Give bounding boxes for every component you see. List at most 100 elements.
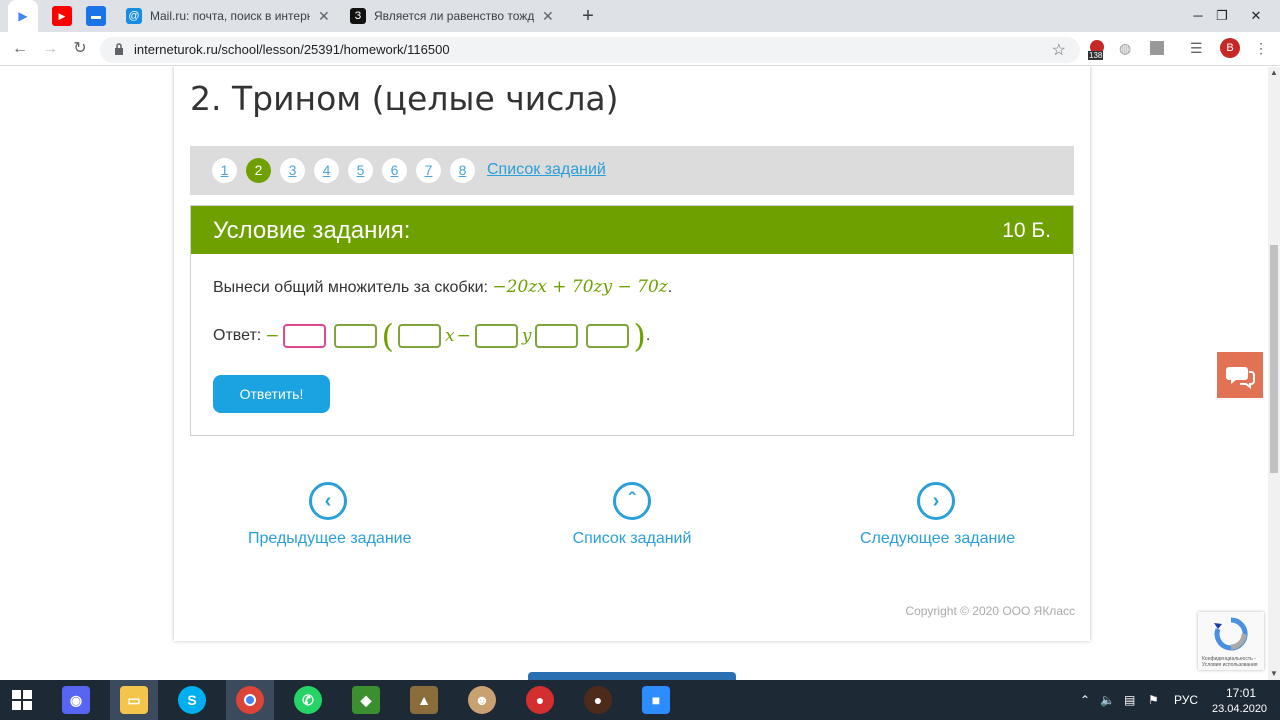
condition-text: Вынеси общий множитель за скобки:	[213, 279, 488, 296]
extension-adblock[interactable]: 138	[1088, 40, 1106, 60]
chrome-icon[interactable]	[236, 686, 264, 714]
windows-start-icon[interactable]	[8, 686, 36, 714]
pager-item[interactable]: 8	[450, 158, 475, 183]
scroll-up-arrow-icon[interactable]: ▲	[1268, 67, 1280, 79]
chat-button[interactable]	[1217, 352, 1263, 398]
condition-expression: −20zx + 70zy − 70z	[492, 277, 668, 297]
pager-item[interactable]: 7	[416, 158, 441, 183]
close-icon[interactable]: ✕	[318, 8, 330, 25]
tasklist-link[interactable]: Список заданий	[487, 161, 606, 179]
recaptcha-badge[interactable]: Конфиденциальность - Условия использован…	[1198, 612, 1264, 670]
answer-input-4[interactable]	[474, 324, 518, 348]
page-scrollbar[interactable]: ▲ ▼	[1268, 67, 1280, 680]
lesson-card: 2. Трином (целые числа) 1 2 3 4 5 6 7 8 …	[174, 67, 1090, 641]
task-header-title: Условие задания:	[213, 217, 411, 244]
pager-item[interactable]: 3	[280, 158, 305, 183]
task-header: Условие задания: 10 Б.	[191, 206, 1073, 254]
recaptcha-icon	[1214, 617, 1248, 651]
extension-icon[interactable]	[1150, 41, 1164, 55]
answer-input-5[interactable]	[535, 324, 579, 348]
recaptcha-text: Конфиденциальность - Условия использован…	[1202, 656, 1258, 668]
volume-icon[interactable]: 🔈	[1100, 693, 1115, 707]
skype-icon[interactable]: S	[178, 686, 206, 714]
open-paren: (	[381, 317, 394, 355]
pager-item[interactable]: 5	[348, 158, 373, 183]
answer-input-1[interactable]	[283, 324, 327, 348]
tab-youtube[interactable]: ▶	[52, 6, 72, 26]
character-app-icon[interactable]: ☻	[468, 686, 496, 714]
answer-input-3[interactable]	[397, 324, 441, 348]
prev-task-label: Предыдущее задание	[248, 530, 412, 547]
pager-item[interactable]: 4	[314, 158, 339, 183]
answer-label: Ответ:	[213, 327, 262, 344]
mailru-icon: @	[126, 8, 142, 24]
clock-date[interactable]: 23.04.2020	[1212, 703, 1267, 715]
star-icon[interactable]: ☆	[1052, 40, 1066, 60]
reload-button[interactable]: ↻	[68, 38, 92, 60]
network-icon[interactable]: ▤	[1124, 693, 1135, 707]
answer-var-y: y	[521, 326, 532, 346]
tab-mailru[interactable]: @ Mail.ru: почта, поиск в интерне ✕	[118, 0, 338, 32]
pager-item-current[interactable]: 2	[246, 158, 271, 183]
profile-avatar[interactable]: В	[1220, 38, 1240, 58]
whatsapp-icon[interactable]: ✆	[294, 686, 322, 714]
game-app-icon[interactable]: ◆	[352, 686, 380, 714]
copyright: Copyright © 2020 ООО ЯКласс	[905, 604, 1075, 618]
forward-button[interactable]: →	[38, 38, 62, 60]
reading-list-icon[interactable]: ☰	[1190, 40, 1208, 58]
apple-app-icon[interactable]: ●	[526, 686, 554, 714]
url-text: interneturok.ru/school/lesson/25391/home…	[134, 42, 450, 57]
address-bar[interactable]: interneturok.ru/school/lesson/25391/home…	[100, 37, 1080, 63]
browser-toolbar: ← → ↻ interneturok.ru/school/lesson/2539…	[0, 32, 1280, 66]
menu-icon[interactable]: ⋮	[1254, 40, 1272, 58]
chat-bubbles-icon	[1226, 367, 1255, 389]
globe-icon[interactable]: ◍	[1119, 40, 1137, 58]
close-icon[interactable]: ✕	[542, 8, 554, 25]
dark-app-icon[interactable]: ●	[584, 686, 612, 714]
clock-time[interactable]: 17:01	[1226, 686, 1256, 700]
tab-title: Mail.ru: почта, поиск в интерне	[150, 9, 310, 23]
prev-task-nav[interactable]: ‹ Предыдущее задание	[248, 482, 412, 548]
task-list-nav[interactable]: ˆ Список заданий	[562, 482, 702, 548]
scrollbar-thumb[interactable]	[1270, 245, 1278, 473]
condition-period: .	[667, 279, 673, 296]
pager-item[interactable]: 6	[382, 158, 407, 183]
tray-chevron-up-icon[interactable]: ⌃	[1080, 693, 1090, 707]
submit-answer-button[interactable]: Ответить!	[213, 375, 330, 413]
answer-input-6[interactable]	[586, 324, 630, 348]
znanija-icon: З	[350, 8, 366, 24]
play-icon: ▶	[18, 9, 28, 23]
flag-icon[interactable]: ⚑	[1148, 693, 1159, 707]
task-condition: Вынеси общий множитель за скобки: −20zx …	[213, 277, 672, 297]
scroll-down-arrow-icon[interactable]: ▼	[1268, 668, 1280, 680]
chevron-right-icon: ›	[917, 482, 955, 520]
file-explorer-icon[interactable]: ▭	[120, 686, 148, 714]
page-viewport: 2. Трином (целые числа) 1 2 3 4 5 6 7 8 …	[0, 67, 1268, 680]
back-button[interactable]: ←	[8, 38, 32, 60]
close-window-button[interactable]: ✕	[1236, 0, 1276, 32]
page-title: 2. Трином (целые числа)	[190, 79, 619, 118]
bottom-banner-button[interactable]	[528, 672, 736, 680]
close-paren: )	[633, 317, 646, 355]
tab-pinned-active[interactable]: ▶	[8, 0, 38, 32]
answer-period: .	[645, 327, 651, 344]
zoom-icon[interactable]: ■	[642, 686, 670, 714]
task-panel: Условие задания: 10 Б. Вынеси общий множ…	[190, 205, 1074, 436]
tab-znanija[interactable]: З Является ли равенство тождест ✕	[342, 0, 564, 32]
tab-messages[interactable]: ▬	[86, 6, 106, 26]
triangle-app-icon[interactable]: ▲	[410, 686, 438, 714]
answer-minus-2: −	[456, 326, 471, 346]
task-pager: 1 2 3 4 5 6 7 8 Список заданий	[190, 146, 1074, 195]
language-indicator[interactable]: РУС	[1174, 693, 1198, 707]
next-task-nav[interactable]: › Следующее задание	[860, 482, 1016, 548]
new-tab-button[interactable]: +	[576, 4, 600, 28]
answer-input-2[interactable]	[334, 324, 378, 348]
youtube-icon: ▶	[58, 10, 66, 21]
next-task-label: Следующее задание	[860, 530, 1016, 547]
pager-item[interactable]: 1	[212, 158, 237, 183]
discord-icon[interactable]: ◉	[62, 686, 90, 714]
tab-title: Является ли равенство тождест	[374, 9, 534, 23]
task-points: 10 Б.	[1002, 219, 1051, 242]
chevron-left-icon: ‹	[309, 482, 347, 520]
answer-minus: −	[265, 326, 280, 346]
